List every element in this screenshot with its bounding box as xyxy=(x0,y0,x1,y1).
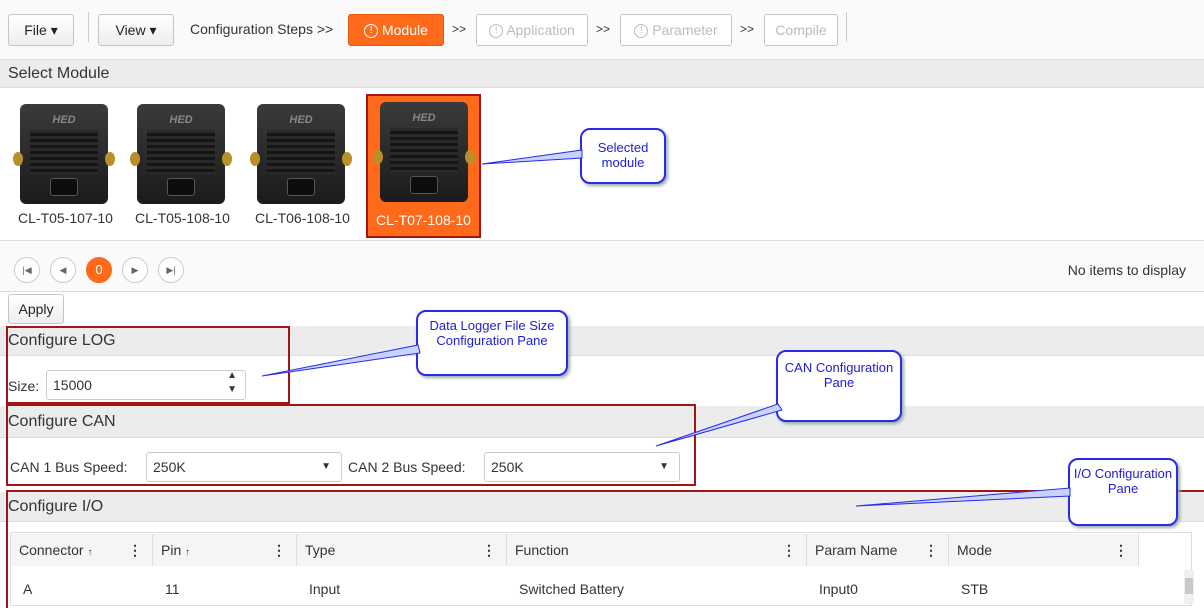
callout-pointers xyxy=(261,149,1071,507)
